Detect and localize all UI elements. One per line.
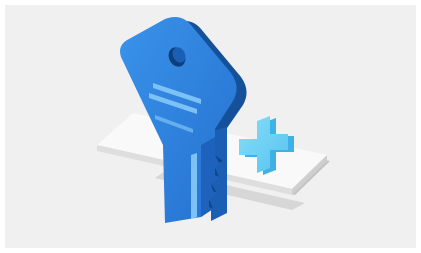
illustration-frame xyxy=(5,5,416,248)
add-key-illustration xyxy=(97,17,330,223)
